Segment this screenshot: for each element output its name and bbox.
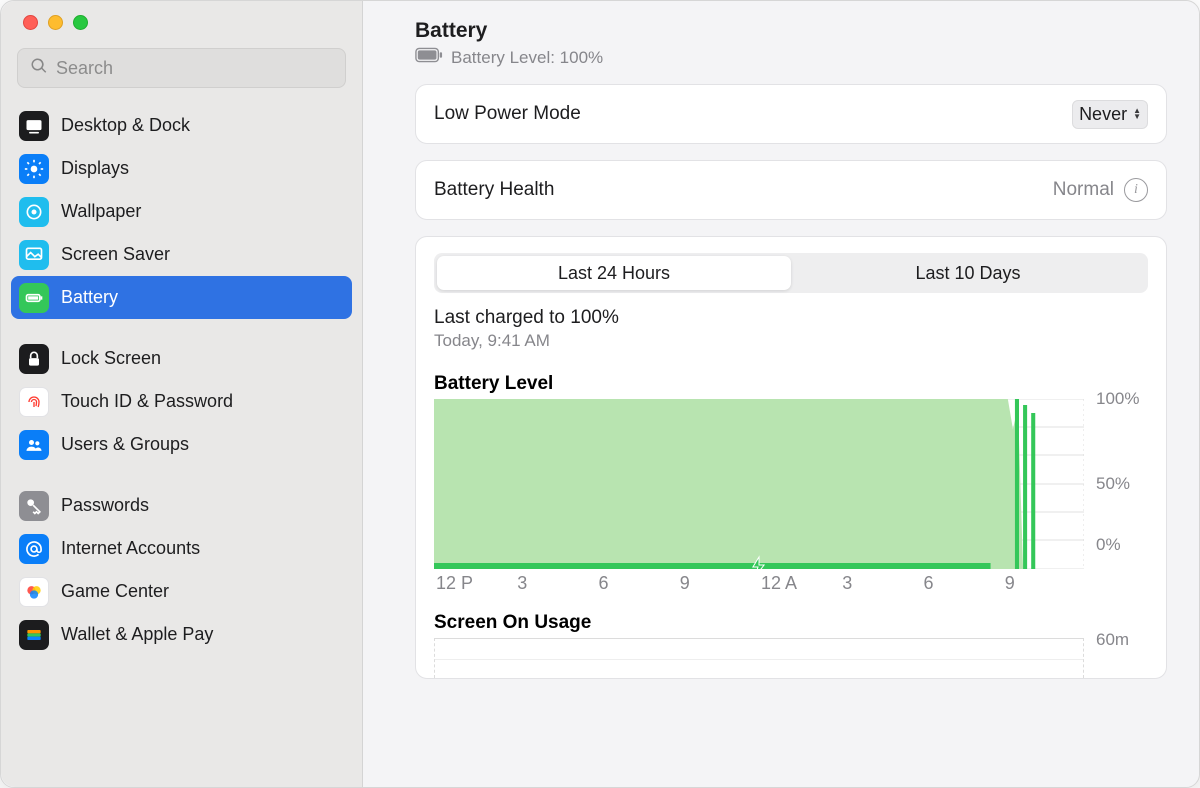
battery-health-label: Battery Health <box>434 179 554 201</box>
low-power-value: Never <box>1079 104 1127 125</box>
sidebar-item-screensaver[interactable]: Screen Saver <box>11 233 352 276</box>
sidebar-item-battery[interactable]: Battery <box>11 276 352 319</box>
sidebar-item-wallpaper[interactable]: Wallpaper <box>11 190 352 233</box>
minimize-window-button[interactable] <box>48 15 63 30</box>
sidebar-item-label: Users & Groups <box>61 434 189 455</box>
sidebar-item-touchid[interactable]: Touch ID & Password <box>11 380 352 423</box>
lock-icon <box>19 344 49 374</box>
sidebar-item-desktop-dock[interactable]: Desktop & Dock <box>11 104 352 147</box>
sidebar-item-label: Desktop & Dock <box>61 115 190 136</box>
chevrons-up-down-icon: ▲▼ <box>1133 108 1141 120</box>
last-charged-sub: Today, 9:41 AM <box>434 331 1148 351</box>
game-center-icon <box>19 577 49 607</box>
wallpaper-icon <box>19 197 49 227</box>
sidebar-item-label: Wallpaper <box>61 201 141 222</box>
screensaver-icon <box>19 240 49 270</box>
low-power-row: Low Power Mode Never ▲▼ <box>415 84 1167 144</box>
battery-health-value: Normal <box>1053 179 1114 201</box>
time-range-segmented: Last 24 Hours Last 10 Days <box>434 253 1148 293</box>
sidebar-item-wallet[interactable]: Wallet & Apple Pay <box>11 613 352 656</box>
page-subtitle: Battery Level: 100% <box>451 48 603 68</box>
battery-chart-y-axis: 100% 50% 0% <box>1084 399 1148 569</box>
sidebar-item-passwords[interactable]: Passwords <box>11 484 352 527</box>
screen-on-chart: 60m <box>434 638 1148 678</box>
battery-chart-x-axis: 12 P 3 6 9 12 A 3 6 9 <box>434 573 1084 594</box>
usage-card: Last 24 Hours Last 10 Days Last charged … <box>415 236 1167 679</box>
low-power-label: Low Power Mode <box>434 103 581 125</box>
key-icon <box>19 491 49 521</box>
window-controls <box>1 15 362 48</box>
last-charged: Last charged to 100% Today, 9:41 AM <box>434 307 1148 351</box>
info-icon[interactable]: i <box>1124 178 1148 202</box>
at-sign-icon <box>19 534 49 564</box>
battery-status-icon <box>415 47 443 68</box>
tab-last-10-days[interactable]: Last 10 Days <box>791 256 1145 290</box>
system-settings-window: Desktop & Dock Displays Wallpaper Screen… <box>0 0 1200 788</box>
sidebar-item-label: Internet Accounts <box>61 538 200 559</box>
displays-icon <box>19 154 49 184</box>
sidebar-item-label: Passwords <box>61 495 149 516</box>
sidebar-item-internet-accounts[interactable]: Internet Accounts <box>11 527 352 570</box>
sidebar-item-label: Battery <box>61 287 118 308</box>
sidebar-item-label: Wallet & Apple Pay <box>61 624 213 645</box>
sidebar-item-label: Lock Screen <box>61 348 161 369</box>
sidebar-item-users-groups[interactable]: Users & Groups <box>11 423 352 466</box>
tab-last-24-hours[interactable]: Last 24 Hours <box>437 256 791 290</box>
battery-icon <box>19 283 49 313</box>
sidebar-item-displays[interactable]: Displays <box>11 147 352 190</box>
screen-on-y-label: 60m <box>1084 630 1129 649</box>
users-icon <box>19 430 49 460</box>
page-header: Battery Battery Level: 100% <box>415 19 1167 84</box>
low-power-select[interactable]: Never ▲▼ <box>1072 100 1148 129</box>
battery-level-title: Battery Level <box>434 373 1148 395</box>
battery-health-row: Battery Health Normal i <box>415 160 1167 220</box>
sidebar-item-game-center[interactable]: Game Center <box>11 570 352 613</box>
desktop-dock-icon <box>19 111 49 141</box>
main-pane: Battery Battery Level: 100% Low Power Mo… <box>363 1 1199 787</box>
search-input[interactable] <box>56 58 333 79</box>
search-field[interactable] <box>17 48 346 88</box>
screen-on-title: Screen On Usage <box>434 612 1148 634</box>
sidebar: Desktop & Dock Displays Wallpaper Screen… <box>1 1 363 787</box>
page-title: Battery <box>415 19 1167 43</box>
search-icon <box>30 57 56 80</box>
sidebar-list: Desktop & Dock Displays Wallpaper Screen… <box>1 100 362 660</box>
fingerprint-icon <box>19 387 49 417</box>
zoom-window-button[interactable] <box>73 15 88 30</box>
last-charged-title: Last charged to 100% <box>434 307 1148 329</box>
sidebar-item-label: Touch ID & Password <box>61 391 233 412</box>
sidebar-item-label: Displays <box>61 158 129 179</box>
sidebar-item-lock-screen[interactable]: Lock Screen <box>11 337 352 380</box>
sidebar-item-label: Screen Saver <box>61 244 170 265</box>
sidebar-item-label: Game Center <box>61 581 169 602</box>
wallet-icon <box>19 620 49 650</box>
battery-level-chart: 100% 50% 0% <box>434 399 1148 569</box>
close-window-button[interactable] <box>23 15 38 30</box>
